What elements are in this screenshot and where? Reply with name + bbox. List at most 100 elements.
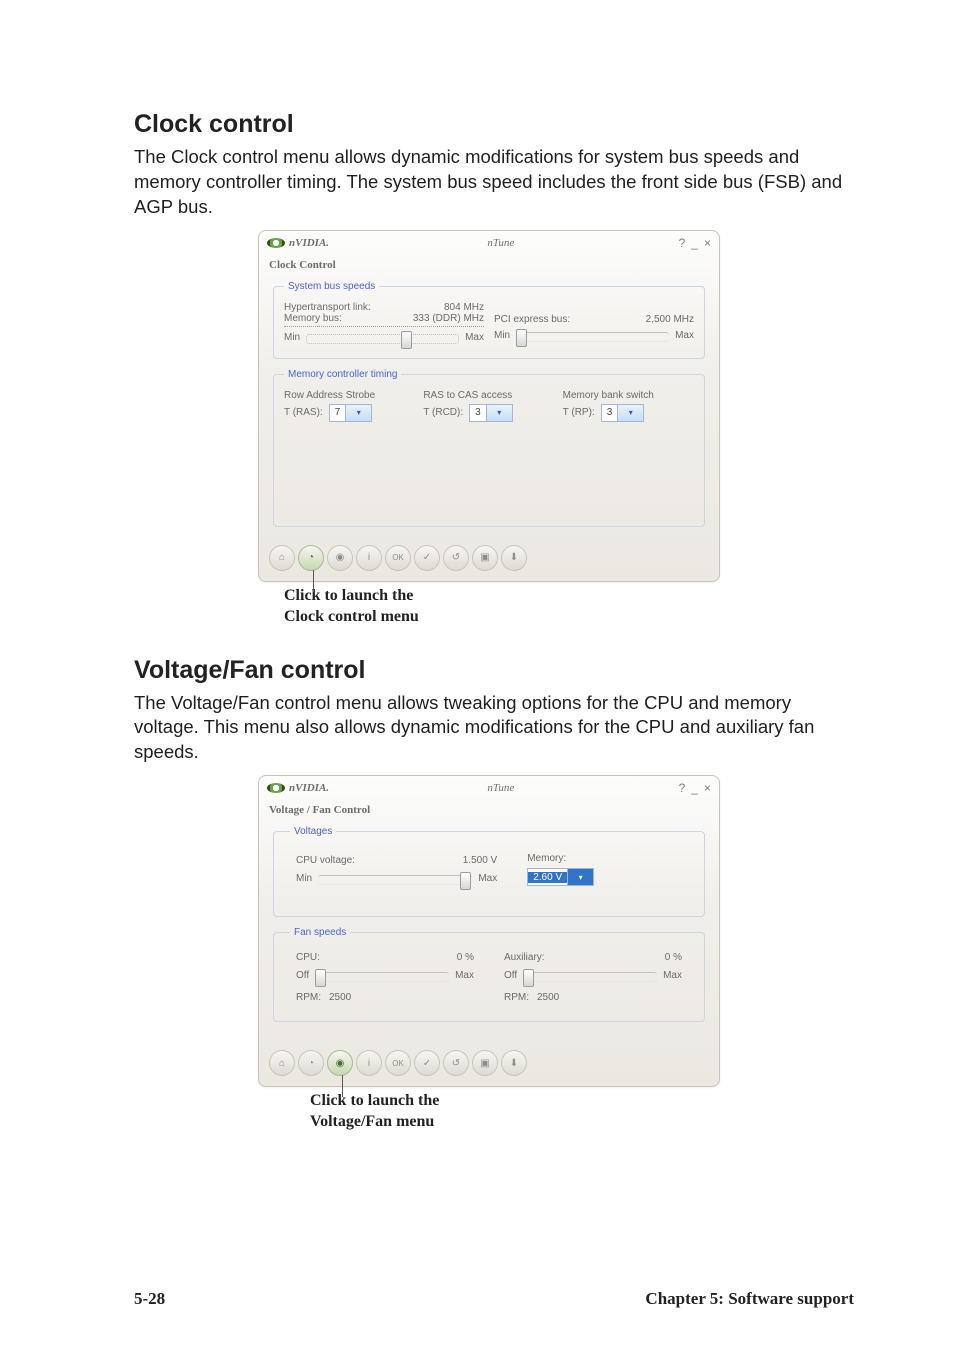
panel-title: Voltage / Fan Control [259,800,719,822]
voltages-group: Voltages CPU voltage: 1.500 V Min Max [273,826,705,917]
check-icon: ✓ [423,1058,431,1069]
rpm-label: RPM: [504,992,529,1003]
page-number: 5-28 [134,1289,165,1309]
reset-button[interactable]: ↺ [443,545,469,571]
clock-icon: ◔ [308,552,314,563]
rpm-value: 2500 [329,992,351,1003]
home-icon: ⌂ [279,1058,285,1069]
section-body-voltage: The Voltage/Fan control menu allows twea… [134,691,844,766]
reset-button[interactable]: ↺ [443,1050,469,1076]
info-button[interactable]: i [356,545,382,571]
undo-icon: ↺ [452,1058,460,1069]
cpu-voltage-slider[interactable] [318,875,472,885]
trp-label: T (RP): [563,407,595,418]
rpm-label: RPM: [296,992,321,1003]
min-label: Min [296,873,312,884]
window-title: nTune [329,237,673,249]
apply-button[interactable]: ✓ [414,545,440,571]
caption-voltage: Click to launch the Voltage/Fan menu [310,1091,720,1133]
ras-heading: Row Address Strobe [284,390,415,401]
help-button[interactable]: ? [679,236,686,250]
max-label: Max [675,330,694,341]
section-heading-clock: Clock control [134,110,844,139]
pci-label: PCI express bus: [494,314,570,325]
home-button[interactable]: ⌂ [269,545,295,571]
ok-button[interactable]: OK [385,545,411,571]
max-label: Max [455,970,474,981]
tras-label: T (RAS): [284,407,323,418]
auxfan-value: 0 % [665,952,682,963]
cpuv-value: 1.500 V [463,855,497,866]
max-label: Max [663,970,682,981]
home-icon: ⌂ [279,552,285,563]
load-icon: ⬇ [510,552,518,563]
load-button[interactable]: ⬇ [501,545,527,571]
chapter-label: Chapter 5: Software support [645,1289,854,1309]
fan-nav-button[interactable]: ◉ [327,545,353,571]
cpufan-label: CPU: [296,952,320,963]
tras-select[interactable]: 7▾ [329,404,373,422]
button-bar: ⌂ ◔ ◉ i OK ✓ ↺ ▣ ⬇ [259,539,719,581]
clock-nav-button[interactable]: ◔ [298,1050,324,1076]
ntune-clock-window: nVIDIA. nTune ? _ × Clock Control System… [258,230,720,582]
cpu-fan-slider[interactable] [315,972,449,982]
memory-timing-group: Memory controller timing Row Address Str… [273,369,705,527]
trp-select[interactable]: 3▾ [601,404,645,422]
section-heading-voltage: Voltage/Fan control [134,656,844,685]
save-button[interactable]: ▣ [472,545,498,571]
ht-value: 804 MHz [444,302,484,313]
clock-icon: ◔ [308,1058,314,1069]
memv-label: Memory: [527,853,682,864]
help-button[interactable]: ? [679,781,686,795]
ntune-voltage-window: nVIDIA. nTune ? _ × Voltage / Fan Contro… [258,775,720,1087]
titlebar[interactable]: nVIDIA. nTune ? _ × [259,231,719,255]
max-label: Max [465,332,484,343]
chevron-down-icon: ▾ [486,405,512,421]
chevron-down-icon: ▾ [345,405,371,421]
fan-icon: ◉ [336,1058,345,1069]
clock-nav-button[interactable]: ◔ [298,545,324,571]
save-button[interactable]: ▣ [472,1050,498,1076]
save-icon: ▣ [480,1058,489,1069]
rpm-value: 2500 [537,992,559,1003]
fan-speeds-group: Fan speeds CPU: 0 % Off Max RPM: 2500 [273,927,705,1022]
memory-voltage-select[interactable]: 2.60 V▾ [527,868,594,886]
check-icon: ✓ [423,552,431,563]
nvidia-logo-icon [267,783,285,793]
info-icon: i [368,1058,370,1069]
aux-fan-slider[interactable] [523,972,657,982]
home-button[interactable]: ⌂ [269,1050,295,1076]
section-body-clock: The Clock control menu allows dynamic mo… [134,145,844,220]
brand-label: nVIDIA. [289,237,329,249]
group-legend: Memory controller timing [284,369,401,380]
group-legend: Voltages [290,826,336,837]
membus-label: Memory bus: [284,313,342,324]
undo-icon: ↺ [452,552,460,563]
cpuv-label: CPU voltage: [296,855,355,866]
pci-value: 2,500 MHz [646,314,694,325]
fan-nav-button[interactable]: ◉ [327,1050,353,1076]
ok-button[interactable]: OK [385,1050,411,1076]
pci-slider[interactable] [516,332,669,342]
info-button[interactable]: i [356,1050,382,1076]
minimize-button[interactable]: _ [691,236,698,250]
load-button[interactable]: ⬇ [501,1050,527,1076]
bank-heading: Memory bank switch [563,390,694,401]
memory-bus-slider[interactable] [306,334,459,344]
close-button[interactable]: × [704,781,711,795]
brand-label: nVIDIA. [289,782,329,794]
off-label: Off [296,970,309,981]
apply-button[interactable]: ✓ [414,1050,440,1076]
auxfan-label: Auxiliary: [504,952,545,963]
chevron-down-icon: ▾ [617,405,643,421]
close-button[interactable]: × [704,236,711,250]
minimize-button[interactable]: _ [691,781,698,795]
titlebar[interactable]: nVIDIA. nTune ? _ × [259,776,719,800]
ht-label: Hypertransport link: [284,302,371,313]
trcd-select[interactable]: 3▾ [469,404,513,422]
min-label: Min [494,330,510,341]
ok-icon: OK [392,553,404,562]
group-legend: Fan speeds [290,927,350,938]
max-label: Max [478,873,497,884]
off-label: Off [504,970,517,981]
